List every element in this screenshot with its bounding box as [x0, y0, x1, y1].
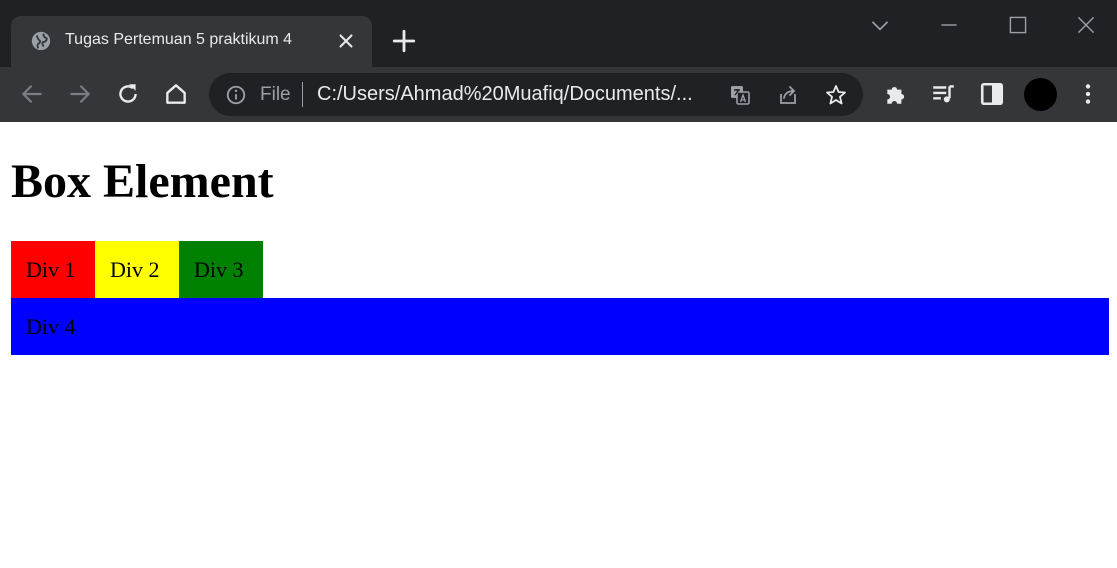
media-playlist-icon[interactable]	[930, 81, 956, 107]
page-title: Box Element	[11, 155, 274, 208]
profile-avatar[interactable]	[1024, 78, 1057, 111]
star-icon[interactable]	[824, 83, 848, 107]
browser-tab[interactable]: Tugas Pertemuan 5 praktikum 4	[11, 16, 372, 67]
new-tab-icon[interactable]	[391, 28, 417, 54]
browser-window: Tugas Pertemuan 5 praktikum 4 File C:/Us…	[0, 0, 1117, 122]
tab-title: Tugas Pertemuan 5 praktikum 4	[65, 31, 293, 48]
div-2-box: Div 2	[95, 241, 179, 298]
translate-icon[interactable]	[728, 83, 752, 107]
tab-strip: Tugas Pertemuan 5 praktikum 4	[0, 0, 1117, 67]
minimize-icon[interactable]	[936, 12, 962, 38]
address-bar[interactable]: File C:/Users/Ahmad%20Muafiq/Documents/.…	[209, 73, 863, 116]
div-4-box: Div 4	[11, 298, 1109, 355]
address-separator	[302, 82, 303, 107]
share-icon[interactable]	[776, 83, 800, 107]
url-text[interactable]: C:/Users/Ahmad%20Muafiq/Documents/...	[317, 83, 693, 106]
scheme-label: File	[260, 84, 291, 105]
close-tab-icon[interactable]	[335, 30, 357, 52]
puzzle-icon[interactable]	[883, 81, 909, 107]
globe-icon	[31, 31, 51, 51]
page-viewport: Box Element Div 1 Div 2 Div 3 Div 4	[0, 122, 1117, 568]
div-1-box: Div 1	[11, 241, 95, 298]
home-icon[interactable]	[163, 81, 189, 107]
browser-toolbar: File C:/Users/Ahmad%20Muafiq/Documents/.…	[0, 67, 1117, 122]
arrow-right-icon[interactable]	[67, 81, 93, 107]
reload-icon[interactable]	[115, 81, 141, 107]
maximize-icon[interactable]	[1005, 12, 1031, 38]
arrow-left-icon[interactable]	[19, 81, 45, 107]
tab-search-chevron-icon[interactable]	[867, 12, 893, 38]
info-icon[interactable]	[225, 84, 247, 106]
kebab-menu-icon[interactable]	[1075, 81, 1101, 107]
window-close-icon[interactable]	[1073, 12, 1099, 38]
div-3-box: Div 3	[179, 241, 263, 298]
side-panel-icon[interactable]	[979, 81, 1005, 107]
